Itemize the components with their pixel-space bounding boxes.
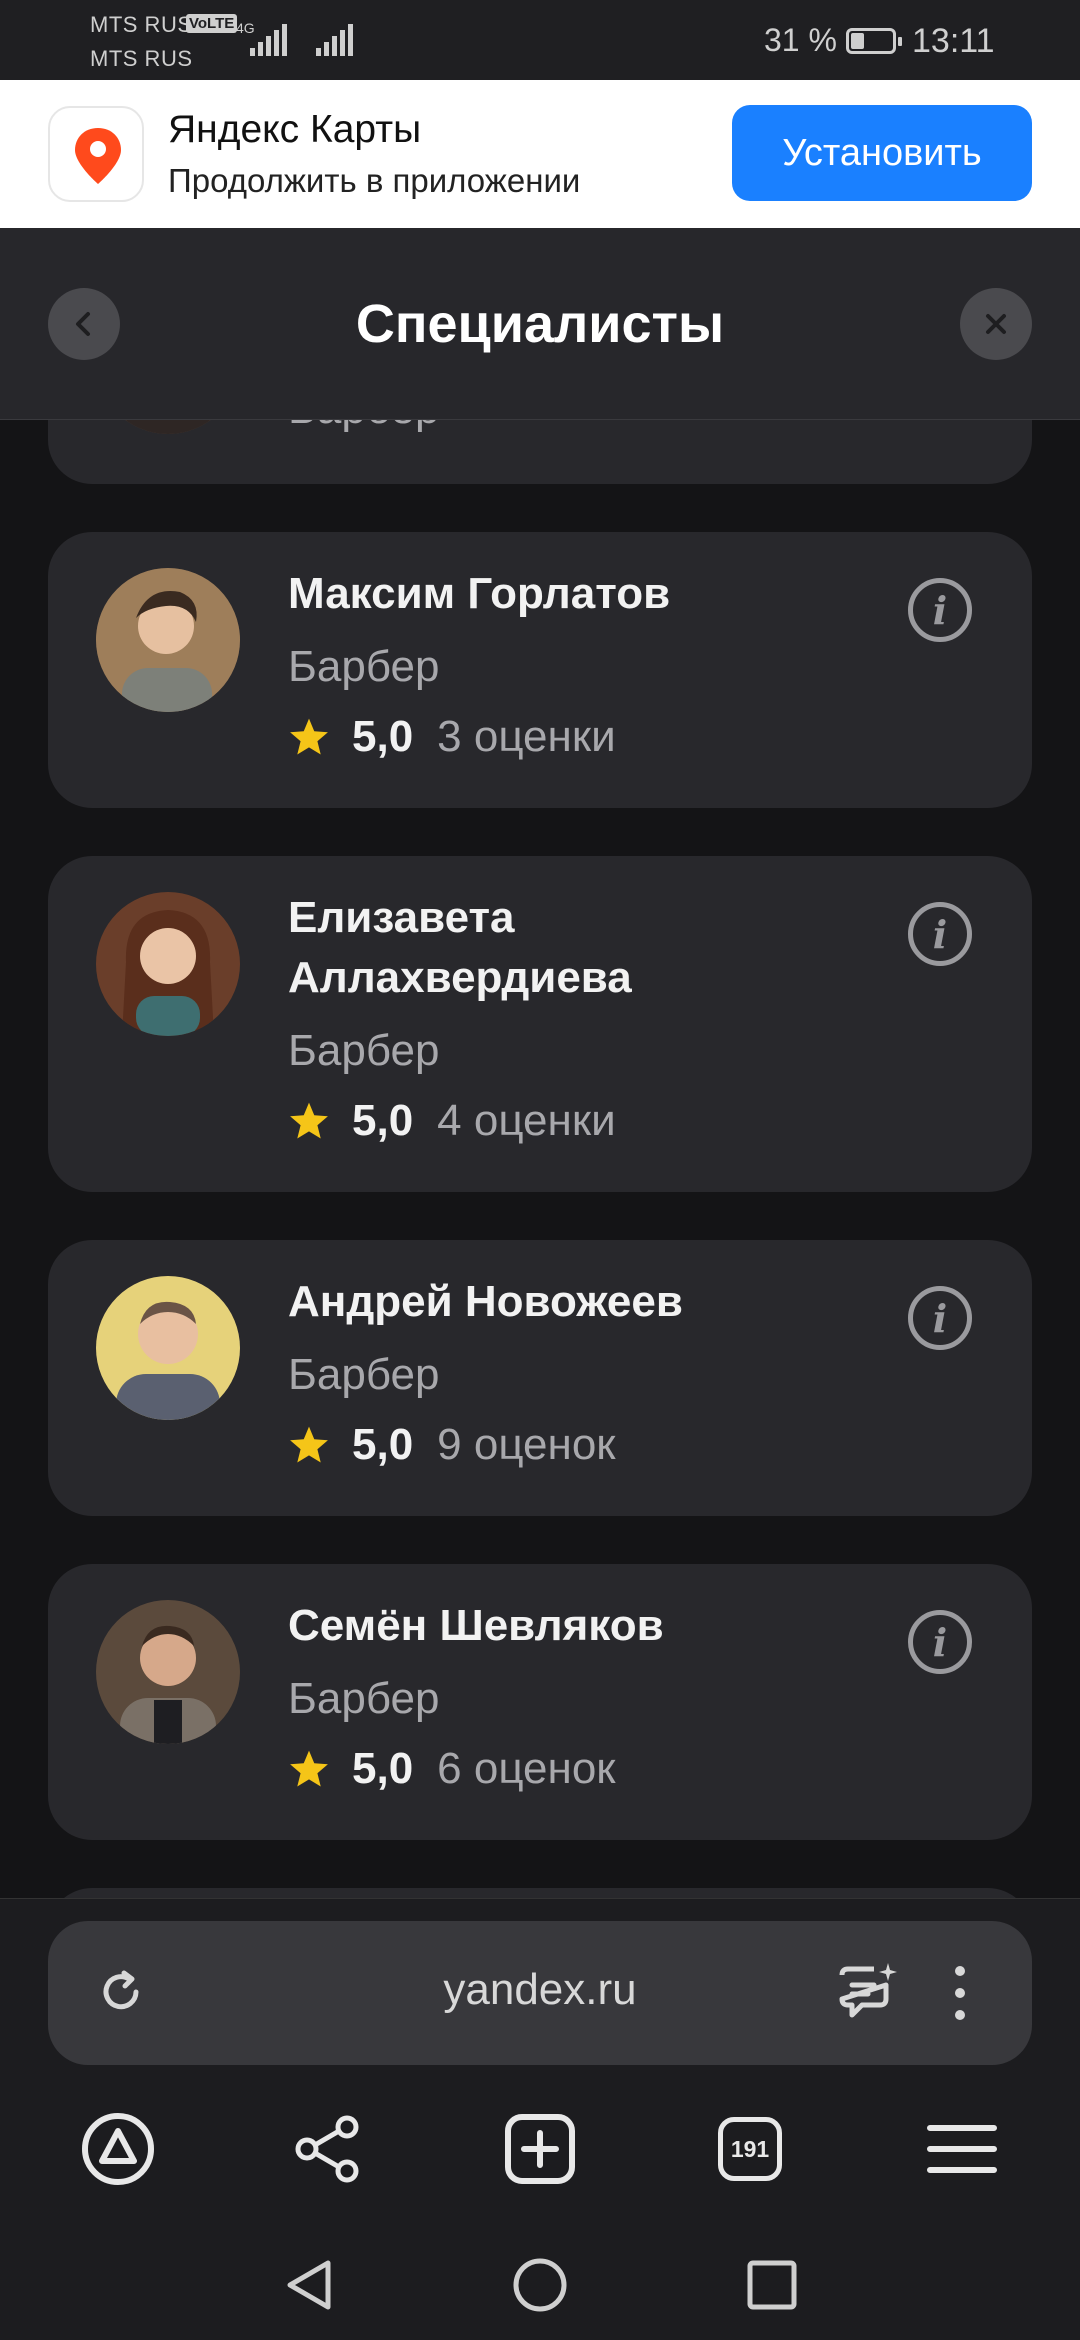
ratings-count: 3 оценки [437,712,616,761]
browser-bottom-bar: yandex.ru 191 [0,1898,1080,2340]
specialist-role: Барбер [288,1026,440,1075]
specialist-card[interactable]: Семён Шевляков Барбер 5,0 6 оценок i [48,1564,1032,1840]
info-icon[interactable]: i [908,1286,972,1350]
star-icon [290,718,328,755]
rating-score: 5,0 [352,1096,414,1145]
home-icon[interactable] [512,2257,568,2313]
share-icon [295,2115,359,2183]
menu-icon [927,2125,997,2173]
info-icon[interactable]: i [908,1610,972,1674]
specialist-rating: 5,0 4 оценки [288,1096,616,1146]
specialist-rating: 5,0 3 оценки [288,712,616,762]
recents-icon[interactable] [746,2259,798,2311]
star-icon [290,1102,328,1139]
specialist-card[interactable]: Елизавета Аллахвердиева Барбер 5,0 4 оце… [48,856,1032,1192]
avatar [96,1600,240,1744]
page-header: Специалисты [0,228,1080,420]
specialist-rating: 5,0 9 оценок [288,1420,616,1470]
back-icon[interactable] [284,2257,334,2313]
rating-score: 5,0 [352,1744,414,1793]
avatar [96,1276,240,1420]
ai-chat-icon[interactable] [834,1959,902,2027]
specialist-name: Максим Горлатов [288,569,671,618]
avatar [96,892,240,1036]
specialist-card[interactable]: Максим Горлатов Барбер 5,0 3 оценки i [48,532,1032,808]
star-icon [290,1426,328,1463]
address-bar[interactable]: yandex.ru [48,1921,1032,2065]
rating-score: 5,0 [352,1420,414,1469]
alice-button[interactable] [76,2107,160,2191]
specialist-name: Семён Шевляков [288,1601,664,1650]
rating-score: 5,0 [352,712,414,761]
specialist-role: Барбер [288,642,440,691]
specialist-role: Барбер [288,1350,440,1399]
system-navigation-bar [0,2237,1080,2337]
specialist-card[interactable]: Андрей Новожеев Барбер 5,0 9 оценок i [48,1240,1032,1516]
info-icon[interactable]: i [908,902,972,966]
alice-icon [82,2113,154,2185]
more-icon[interactable] [948,1963,972,2023]
specialist-role: Барбер [288,1674,440,1723]
close-icon [986,314,1006,334]
menu-button[interactable] [920,2107,1004,2191]
page-title: Специалисты [355,294,725,354]
star-icon [290,1750,328,1787]
tabs-button[interactable]: 191 [708,2107,792,2191]
tabs-icon: 191 [718,2117,782,2181]
new-tab-button[interactable] [498,2107,582,2191]
specialist-name: Андрей Новожеев [288,1277,683,1326]
new-tab-icon [505,2114,575,2184]
ratings-count: 4 оценки [437,1096,616,1145]
info-icon[interactable]: i [908,578,972,642]
avatar [96,568,240,712]
browser-nav-row: 191 [0,2107,1080,2207]
ratings-count: 6 оценок [437,1744,616,1793]
close-button[interactable] [960,288,1032,360]
ratings-count: 9 оценок [437,1420,616,1469]
specialist-name: Елизавета [288,893,515,942]
specialist-rating: 5,0 6 оценок [288,1744,616,1794]
specialist-name-line2: Аллахвердиева [288,953,632,1002]
share-button[interactable] [286,2107,370,2191]
